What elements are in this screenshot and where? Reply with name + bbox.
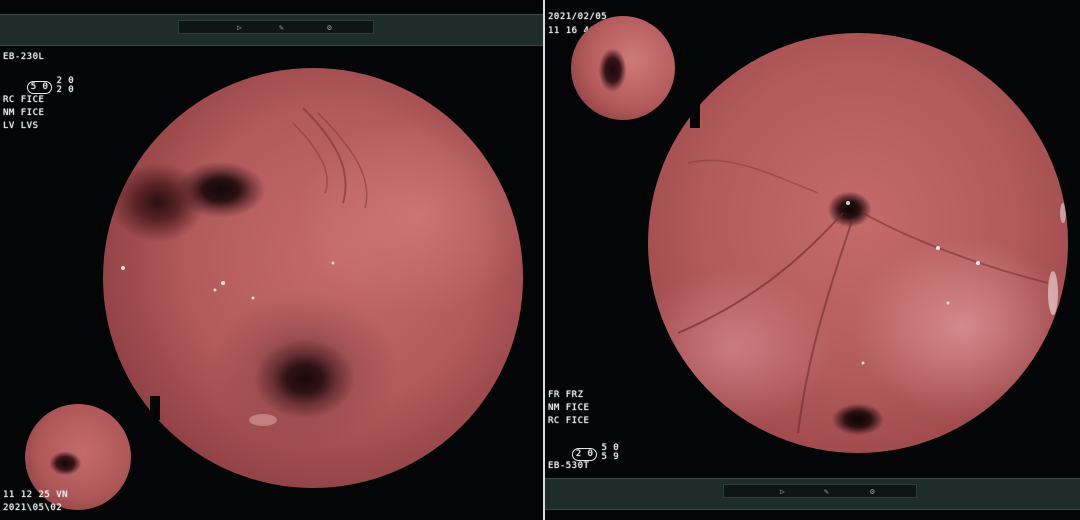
left-mode-line-3: LV LVS [3,121,39,131]
settings-icon[interactable]: ⚙ [870,487,875,496]
right-endoscope-panel: 2021/02/05 11 16 46 AM FR FRZ NM FICE RC… [545,0,1080,520]
right-control-strip[interactable]: ▷ ✎ ⚙ [723,484,917,498]
play-icon[interactable]: ▷ [237,23,242,32]
right-main-endoscopic-view [648,33,1068,453]
left-badge: 5 0 [26,80,53,94]
left-mode-line-2: NM FICE [3,108,45,118]
left-date: 2021\05\02 [3,503,63,513]
settings-icon[interactable]: ⚙ [327,23,332,32]
pen-icon[interactable]: ✎ [824,487,829,496]
left-control-strip[interactable]: ▷ ✎ ⚙ [178,20,374,34]
right-mode-line-3: RC FICE [548,416,590,426]
left-view-notch [150,396,160,420]
pen-icon[interactable]: ✎ [279,23,284,32]
left-endoscope-panel: ▷ ✎ ⚙ EB-230L 5 02 02 0 RC FICE NM FICE … [0,0,543,520]
right-badge: 2 0 [571,447,598,461]
left-mode-line-1: RC FICE [3,95,45,105]
right-mode-line-1: FR FRZ [548,390,584,400]
left-scope-model: EB-230L [3,52,45,62]
left-main-endoscopic-view [103,68,523,488]
right-scope-model: EB-530T [548,461,590,471]
right-view-notch [690,104,700,128]
left-badge-value-2: 2 0 [56,85,75,95]
right-mode-line-2: NM FICE [548,403,590,413]
left-time: 11 12 25 VN [3,490,69,500]
left-control-bar: ▷ ✎ ⚙ [0,14,543,46]
left-mucosa-folds [121,107,368,426]
play-icon[interactable]: ▷ [780,487,785,496]
right-badge-value-2: 5 9 [601,452,620,462]
right-control-bar: ▷ ✎ ⚙ [545,478,1080,510]
right-mucosa-folds [677,159,1066,434]
